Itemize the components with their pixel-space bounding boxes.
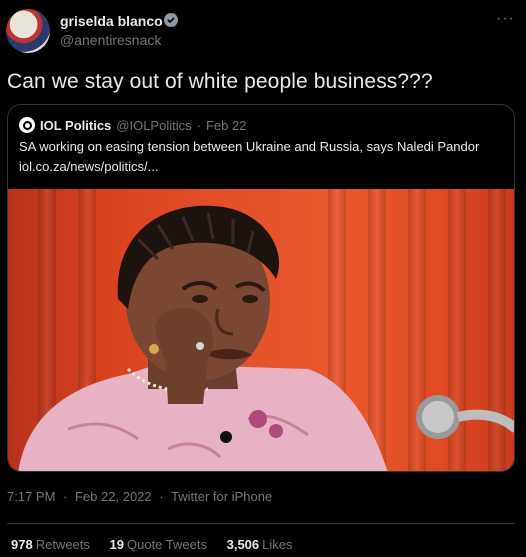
quotes-count: 19 [109,537,124,552]
quoted-separator: · [196,117,201,133]
divider [7,523,515,524]
meta-separator-1: · [63,489,68,504]
quoted-avatar [19,117,35,133]
more-icon[interactable]: ··· [496,10,515,28]
retweets-label: Retweets [35,537,90,552]
likes-count: 3,506 [226,537,260,552]
quoted-author-handle: @IOLPolitics [116,117,192,133]
quotes-label: Quote Tweets [127,537,207,552]
quote-tweets-stat[interactable]: 19 Quote Tweets [110,537,211,552]
meta-separator-2: · [159,489,164,504]
quoted-date: Feb 22 [205,117,247,133]
quoted-header: IOL Politics @IOLPolitics · Feb 22 [19,117,246,133]
quoted-link[interactable]: iol.co.za/news/politics/... [19,159,158,174]
likes-label: Likes [262,537,293,552]
retweets-stat[interactable]: 978 Retweets [11,537,94,552]
avatar[interactable] [6,9,50,53]
engagement-stats: 978 Retweets 19 Quote Tweets 3,506 Likes [11,537,309,552]
quoted-tweet-card[interactable]: IOL Politics @IOLPolitics · Feb 22 SA wo… [7,104,515,472]
tweet-time[interactable]: 7:17 PM [7,489,55,504]
verified-icon [164,13,178,27]
author-name[interactable]: griselda blanco [60,13,163,29]
quoted-author-name: IOL Politics [40,117,112,133]
tweet-text: Can we stay out of white people business… [7,70,433,93]
tweet-date[interactable]: Feb 22, 2022 [75,489,152,504]
author-handle[interactable]: @anentiresnack [60,32,161,48]
news-photo[interactable] [8,189,514,471]
likes-stat[interactable]: 3,506 Likes [227,537,293,552]
photo-illustration [18,205,514,471]
tweet-source[interactable]: Twitter for iPhone [171,489,272,504]
quoted-text: SA working on easing tension between Ukr… [19,139,480,154]
retweets-count: 978 [11,537,33,552]
tweet-meta: 7:17 PM · Feb 22, 2022 · Twitter for iPh… [7,489,276,504]
